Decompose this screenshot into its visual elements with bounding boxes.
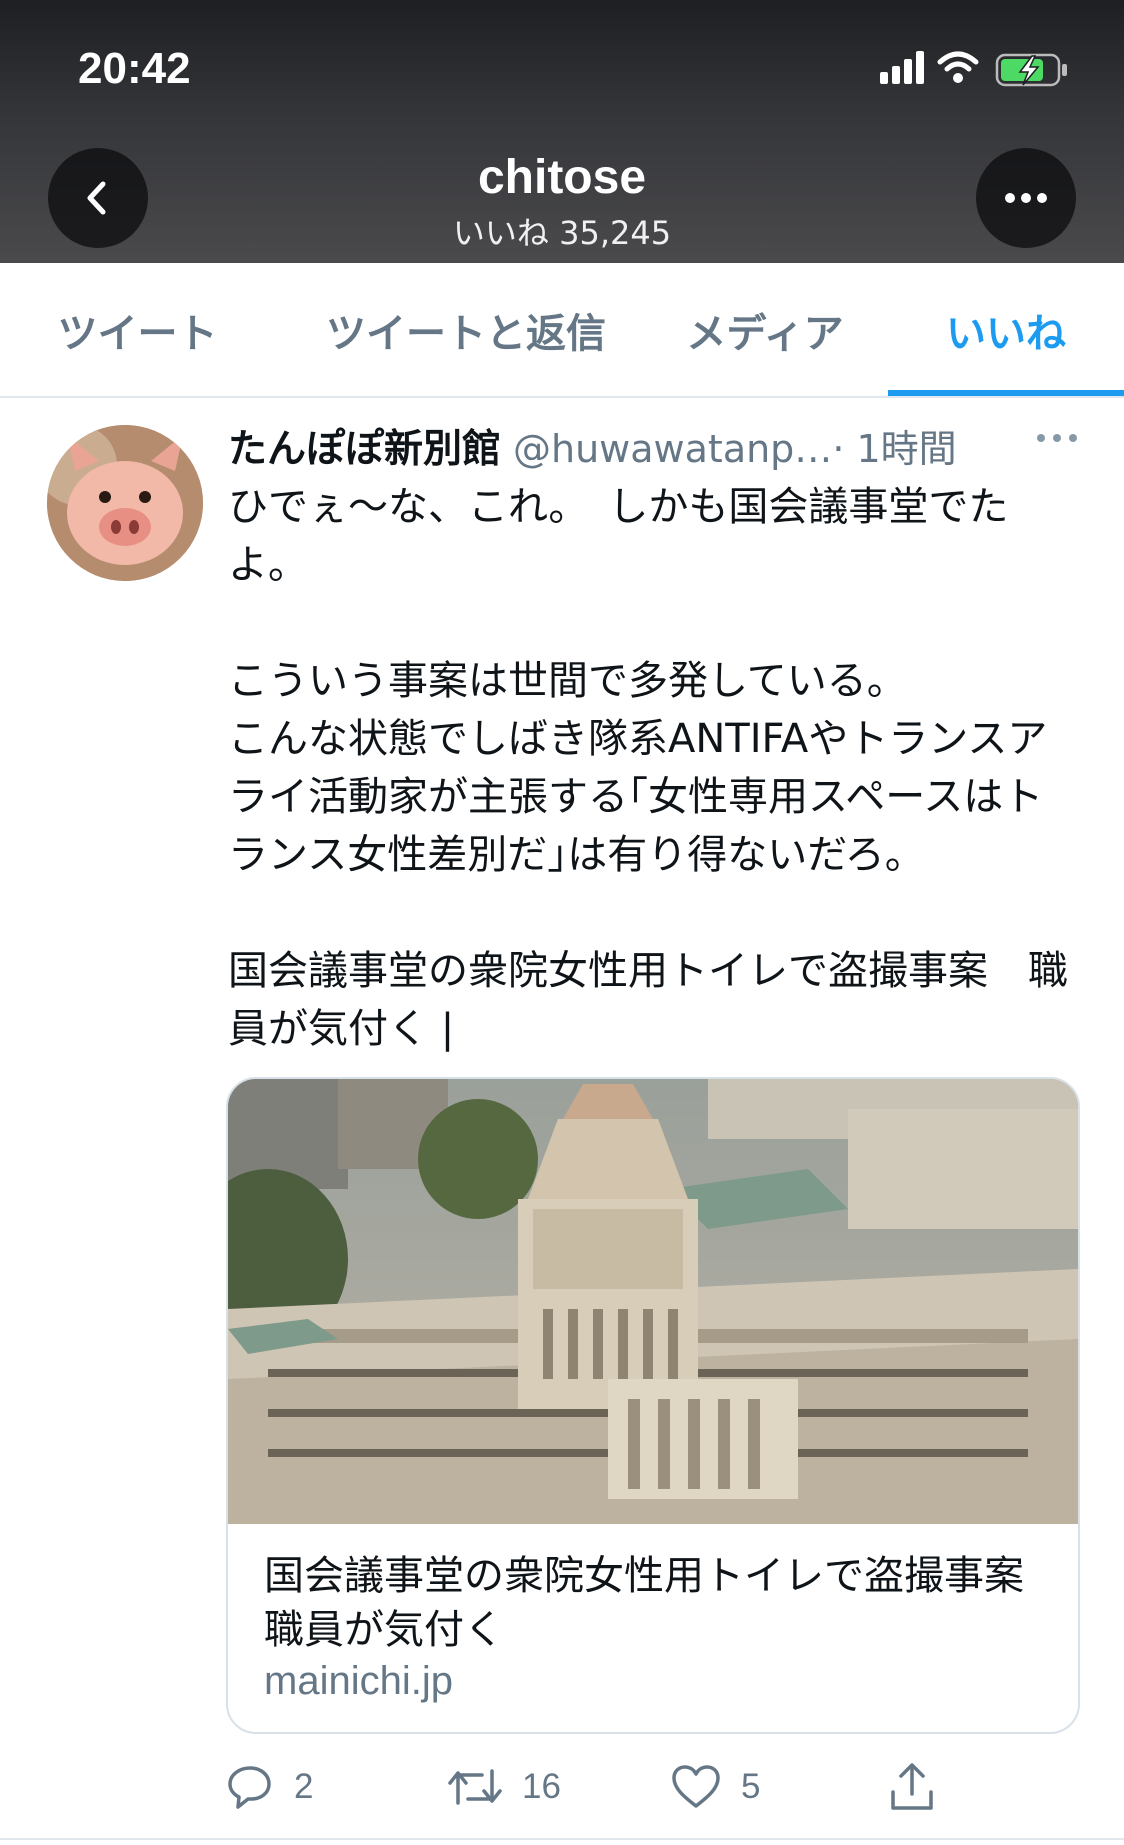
author-name[interactable]: たんぽぽ新別館 (228, 427, 501, 472)
tab-media[interactable]: メディア (668, 263, 862, 396)
battery-charging-icon (995, 53, 1067, 87)
divider (0, 1838, 1124, 1840)
tweet-timestamp[interactable]: · 1時間 (832, 427, 956, 471)
wifi-icon (937, 51, 979, 83)
tab-tweets[interactable]: ツイート (30, 263, 245, 396)
share-button[interactable] (888, 1752, 936, 1822)
more-options-button[interactable] (976, 148, 1076, 248)
tweet-header: たんぽぽ新別館 @huwawatanp…· 1時間 (228, 418, 1078, 474)
profile-header: 20:42 chitose いいね 35,245 (0, 0, 1124, 263)
tab-likes[interactable]: いいね (888, 263, 1124, 396)
status-time: 20:42 (78, 44, 191, 93)
more-horizontal-icon (1005, 193, 1047, 203)
heart-icon (672, 1765, 720, 1808)
reply-icon (228, 1766, 271, 1809)
reply-button[interactable]: 2 (226, 1752, 313, 1822)
tweet-text: ひでぇ〜な、これ。 しかも国会議事堂でたよ。 こういう事案は世間で多発している。… (228, 484, 1068, 1052)
card-domain: mainichi.jp (264, 1659, 453, 1703)
tweet-more-icon[interactable] (1036, 432, 1078, 444)
pig-avatar-image (47, 425, 203, 581)
national-diet-building-image (228, 1079, 1078, 1524)
active-tab-indicator (888, 390, 1124, 396)
retweet-button[interactable]: 16 (448, 1752, 561, 1822)
card-title: 国会議事堂の衆院女性用トイレで盗撮事案 職員が気付く (264, 1553, 1064, 1653)
link-preview-card[interactable]: 国会議事堂の衆院女性用トイレで盗撮事案 職員が気付く mainichi.jp (226, 1077, 1080, 1734)
reply-count: 2 (294, 1767, 314, 1806)
likes-count: いいね 35,245 (452, 214, 672, 252)
author-handle[interactable]: @huwawatanp… (513, 427, 832, 471)
cellular-signal-icon (880, 51, 924, 84)
status-icons (880, 51, 1067, 87)
profile-tabs: ツイート ツイートと返信 メディア いいね (0, 263, 1124, 398)
retweet-icon (448, 1769, 502, 1805)
like-button[interactable]: 5 (671, 1752, 760, 1822)
tweet-actions: 2 16 5 (226, 1752, 1076, 1822)
share-icon (891, 1763, 933, 1810)
avatar[interactable] (47, 425, 203, 581)
retweet-count: 16 (522, 1767, 561, 1806)
profile-name: chitose (477, 151, 647, 204)
like-count: 5 (741, 1767, 761, 1806)
tab-tweets-and-replies[interactable]: ツイートと返信 (296, 263, 636, 396)
